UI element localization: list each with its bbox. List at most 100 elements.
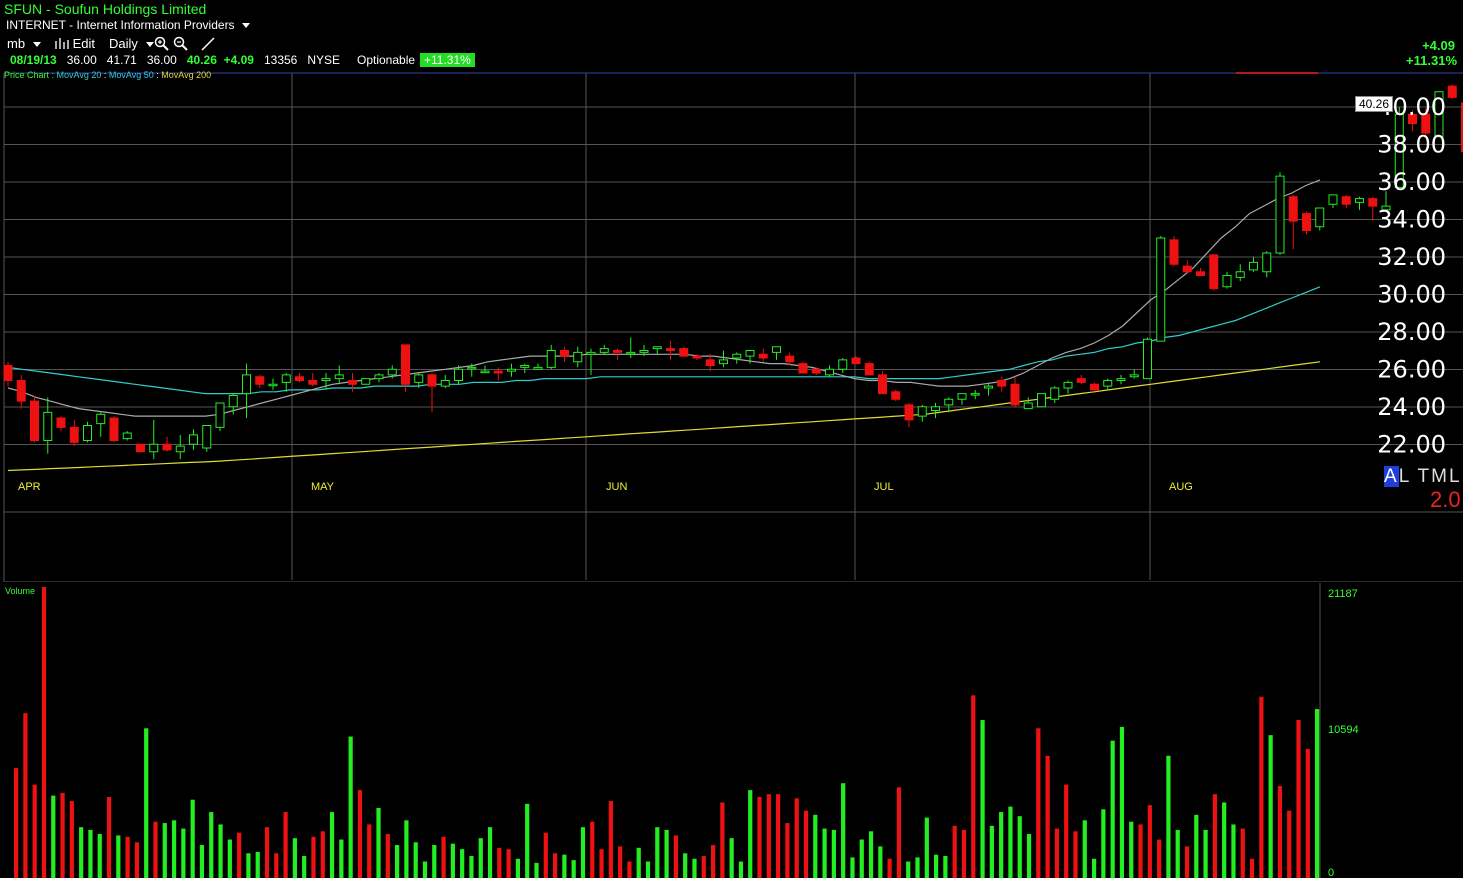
candle-body-up [149, 443, 159, 453]
candle-body-down [1288, 196, 1298, 222]
volume-bar-down [757, 796, 762, 878]
candle-body-up [1063, 381, 1073, 389]
volume-bar-down [785, 823, 790, 878]
candle-body-up [480, 370, 490, 374]
view-mode-l2[interactable]: L [1449, 466, 1462, 487]
volume-bar-up [859, 839, 864, 878]
candle-body-down [705, 359, 715, 366]
zoom-level: 2.0 [1430, 487, 1461, 512]
volume-bar-down [1036, 728, 1041, 878]
volume-bar-up [1194, 814, 1199, 878]
candle-body-up [825, 368, 834, 376]
volume-bar-down [552, 853, 558, 878]
volume-bar-down [543, 832, 548, 878]
view-mode-m[interactable]: M [1431, 466, 1449, 487]
volume-bar-down [506, 849, 511, 878]
volume-bar-down [32, 784, 37, 878]
volume-bar-up [469, 856, 474, 878]
volume-bar-up [209, 812, 214, 878]
volume-bar-up [924, 817, 929, 878]
candle-body-down [295, 376, 304, 381]
view-mode-toggle[interactable]: AL TML [1384, 466, 1462, 488]
candle-body-up [719, 359, 728, 365]
candle-body-up [228, 395, 238, 408]
volume-bar-down [710, 845, 716, 878]
volume-bar-up [1101, 809, 1106, 878]
candle-body-up [957, 393, 967, 400]
y-tick-label: 32.00 [1377, 243, 1446, 271]
volume-bar-down [367, 824, 372, 878]
price-chart[interactable]: 40.0038.0036.0034.0032.0030.0028.0026.00… [0, 0, 1463, 582]
volume-bar-down [385, 834, 390, 878]
volume-bar-up [1026, 834, 1032, 878]
candle-body-up [43, 411, 53, 441]
volume-bar-down [961, 829, 967, 878]
volume-bar-up [664, 829, 669, 878]
candle-body-down [785, 355, 795, 363]
candle-body-up [520, 365, 530, 368]
candle-body-up [1262, 252, 1272, 273]
volume-bar-down [971, 695, 976, 878]
volume-bar-down [264, 827, 270, 878]
price-grid [0, 72, 1463, 582]
volume-bar-down [590, 821, 595, 878]
candle-body-down [891, 391, 901, 400]
volume-bar-up [636, 847, 641, 878]
candle-body-up [414, 374, 424, 383]
volume-bar-down [896, 787, 902, 878]
candle-body-down [1076, 378, 1086, 383]
candle-body-up [1143, 338, 1152, 380]
volume-bar-down [1064, 784, 1069, 878]
volume-bar-up [376, 807, 381, 878]
volume-bar-up [292, 838, 297, 878]
volume-title: Volume [5, 586, 36, 596]
volume-bar-down [608, 801, 613, 878]
legend-ma200: MovAvg 200 [161, 70, 212, 80]
volume-bar-down [497, 847, 502, 878]
volume-bar-up [841, 783, 846, 878]
volume-bar-down [794, 798, 799, 878]
volume-bar-up [980, 720, 985, 878]
volume-bar-down [599, 849, 604, 878]
volume-bar-down [720, 802, 725, 878]
candle-body-up [917, 406, 927, 417]
candle-body-down [3, 365, 13, 381]
volume-bar-up [534, 862, 539, 878]
candle-body-up [1235, 271, 1245, 278]
candle-body-up [242, 374, 251, 395]
volume-bar-down [766, 794, 771, 878]
y-tick-label: 28.00 [1377, 318, 1446, 346]
volume-bar-down [1157, 839, 1162, 878]
volume-bar-up [645, 861, 651, 878]
volume-bar-up [302, 856, 307, 878]
candle-body-up [639, 350, 649, 353]
candle-body-down [864, 363, 874, 376]
volume-bar-down [1277, 785, 1283, 878]
legend-price-chart: Price Chart [4, 70, 50, 80]
candle-body-down [666, 348, 675, 351]
volume-bar-up [1166, 755, 1171, 878]
candle-body-down [1010, 383, 1020, 406]
candle-body-down [758, 353, 768, 359]
volume-bar-down [106, 796, 112, 878]
candle-body-up [944, 398, 954, 406]
volume-bar-down [23, 713, 28, 878]
volume-bar-down [153, 821, 158, 878]
candle-body-down [679, 348, 689, 357]
volume-bar-up [683, 853, 688, 878]
view-mode-a[interactable]: A [1384, 466, 1399, 487]
volume-bar-up [525, 803, 530, 878]
candle-body-up [745, 350, 755, 357]
volume-bar-up [822, 828, 827, 878]
candle-body-up [1222, 275, 1232, 288]
candle-body-up [189, 434, 198, 445]
volume-bar-down [1296, 720, 1301, 878]
candle-body-up [772, 346, 781, 353]
view-mode-t[interactable]: T [1418, 466, 1432, 487]
view-mode-l[interactable]: L [1399, 466, 1411, 487]
candle-body-down [1090, 383, 1099, 391]
volume-bar-up [1175, 829, 1180, 878]
volume-bar-up [51, 795, 56, 878]
volume-bar-up [1091, 858, 1097, 878]
volume-bar-up [171, 820, 177, 878]
